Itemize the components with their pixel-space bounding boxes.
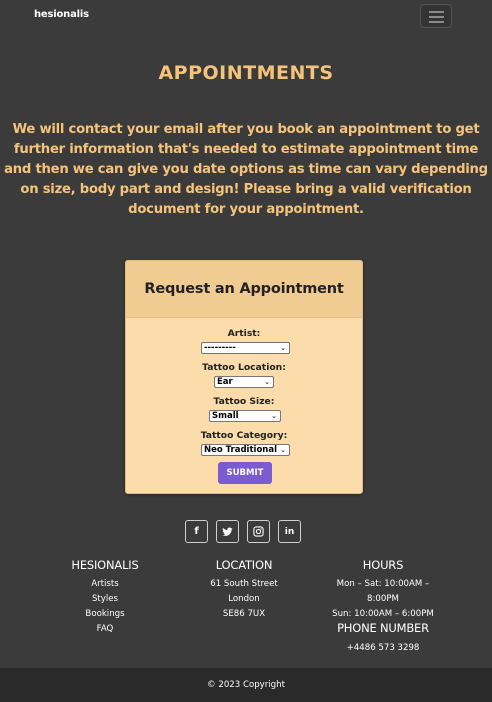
- footer-link-faq[interactable]: FAQ: [55, 622, 155, 637]
- instagram-glyph-icon: [253, 526, 264, 537]
- footer-brand-title: HESIONALIS: [71, 558, 139, 572]
- instagram-icon[interactable]: [247, 520, 270, 543]
- copyright-text: © 2023 Copyright: [207, 680, 285, 690]
- footer-link-styles[interactable]: Styles: [55, 592, 155, 607]
- chevron-down-icon: ⌄: [271, 412, 277, 420]
- size-select[interactable]: Small ⌄: [209, 410, 281, 422]
- facebook-icon[interactable]: f: [185, 520, 208, 543]
- category-label: Tattoo Category:: [200, 430, 288, 441]
- artist-select[interactable]: --------- ⌄: [201, 342, 290, 354]
- footer-phone-title: PHONE NUMBER: [337, 621, 429, 635]
- footer-hours-line: 8:00PM: [367, 594, 399, 604]
- chevron-down-icon: ⌄: [280, 446, 286, 454]
- footer-hours-title: HOURS: [362, 558, 404, 572]
- location-label: Tattoo Location:: [202, 362, 286, 373]
- appointment-card: Request an Appointment Artist: ---------…: [125, 260, 363, 494]
- brand-logo[interactable]: hesionalis: [34, 9, 89, 20]
- footer-address-line: London: [228, 594, 260, 604]
- footer-link-artists[interactable]: Artists: [55, 577, 155, 592]
- appointment-form: Artist: --------- ⌄ Tattoo Location: Ear…: [126, 318, 362, 494]
- navbar: hesionalis: [0, 0, 492, 32]
- submit-button[interactable]: SUBMIT: [218, 462, 272, 484]
- footer-link-bookings[interactable]: Bookings: [55, 607, 155, 622]
- size-select-value: Small: [212, 411, 239, 421]
- card-title: Request an Appointment: [144, 281, 344, 297]
- location-select[interactable]: Ear ⌄: [214, 376, 274, 388]
- twitter-icon[interactable]: [216, 520, 239, 543]
- intro-text: We will contact your email after you boo…: [4, 122, 488, 217]
- card-header: Request an Appointment: [126, 261, 362, 318]
- category-select[interactable]: Neo Traditional ⌄: [201, 444, 290, 456]
- footer-address-line: SE86 7UX: [222, 609, 266, 619]
- hamburger-icon-line: [429, 16, 444, 18]
- nav-toggle-button[interactable]: [420, 4, 452, 28]
- category-select-value: Neo Traditional: [204, 445, 277, 455]
- footer-hours-line: Sun: 10:00AM – 6:00PM: [332, 609, 434, 619]
- footer-hours-line: Mon – Sat: 10:00AM –: [336, 579, 430, 589]
- location-select-value: Ear: [217, 377, 233, 387]
- hamburger-icon-line: [429, 21, 444, 23]
- artist-select-value: ---------: [204, 343, 236, 353]
- hamburger-icon-line: [429, 11, 444, 13]
- chevron-down-icon: ⌄: [264, 378, 270, 386]
- footer-location-title: LOCATION: [215, 558, 273, 572]
- linkedin-icon[interactable]: in: [278, 520, 301, 543]
- artist-label: Artist:: [227, 328, 261, 339]
- chevron-down-icon: ⌄: [280, 344, 286, 352]
- footer-phone-number[interactable]: +4486 573 3298: [323, 641, 443, 656]
- footer-address-line: 61 South Street: [210, 579, 278, 589]
- page-title: APPOINTMENTS: [158, 62, 334, 84]
- twitter-bird-icon: [222, 527, 233, 536]
- size-label: Tattoo Size:: [213, 396, 275, 407]
